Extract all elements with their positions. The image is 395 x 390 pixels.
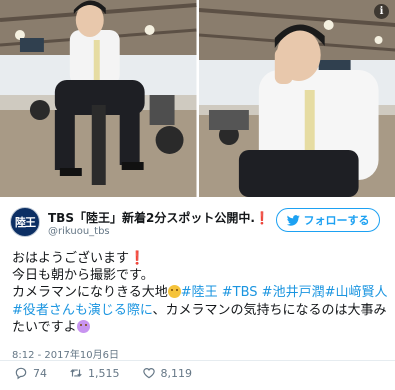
retweet-icon [70, 369, 82, 377]
account-handle[interactable]: @rikuou_tbs [48, 226, 110, 237]
tweet-line-4: #役者さんも演じる際に、カメラマンの気持ちになるのは大事み [12, 302, 387, 319]
exclamation-mark-icon: ❗ [129, 251, 146, 266]
tweet-line-1-text: おはようございます [12, 251, 130, 266]
twitter-bird-icon [286, 214, 300, 226]
tweet-timestamp[interactable]: 8:12 - 2017年10月6日 [12, 346, 119, 361]
media-info-icon[interactable]: i [374, 4, 389, 19]
tweet-media: i [0, 0, 395, 197]
retweet-button[interactable]: 1,515 [69, 366, 120, 380]
follow-button-label: フォローする [303, 214, 370, 227]
retweet-count: 1,515 [88, 366, 120, 380]
tweet-line-3: カメラマンになりきる大地 #陸王 #TBS #池井戸潤#山﨑賢人 [12, 284, 387, 301]
face-emoji-icon [76, 319, 90, 333]
display-name-text: TBS「陸王」新着2分スポット公開中. [48, 211, 255, 225]
photo-right[interactable]: i [198, 0, 395, 197]
divider [0, 360, 395, 361]
display-name[interactable]: TBS「陸王」新着2分スポット公開中.❗ [48, 209, 270, 226]
heart-icon [142, 368, 155, 379]
avatar[interactable]: 陸王 [10, 207, 40, 237]
like-count: 8,119 [160, 366, 193, 380]
reply-count: 74 [33, 366, 47, 380]
photo-left[interactable] [0, 0, 197, 197]
avatar-text: 陸王 [15, 216, 36, 229]
reply-button[interactable]: 74 [14, 366, 47, 380]
tweet-line-4-text: 、カメラマンの気持ちになるのは大事み [152, 302, 387, 318]
like-button[interactable]: 8,119 [142, 366, 193, 380]
reply-icon [15, 367, 27, 380]
tweet-text: おはようございます❗ 今日も朝から撮影です。 カメラマンになりきる大地 #陸王 #… [12, 250, 387, 336]
tweet-line-5: たいですよ [12, 319, 387, 336]
hashtag-link-actors[interactable]: #役者さんも演じる際に [12, 303, 153, 318]
exclamation-mark-icon: ❗ [254, 211, 270, 225]
tweet-line-1: おはようございます❗ [12, 250, 387, 267]
tweet-header: 陸王 TBS「陸王」新着2分スポット公開中.❗ @rikuou_tbs フォロー… [0, 197, 395, 245]
follow-button[interactable]: フォローする [276, 208, 380, 232]
photo-left-image [0, 0, 197, 197]
hashtag-links[interactable]: #陸王 #TBS #池井戸潤#山﨑賢人 [181, 285, 388, 300]
photo-right-image [198, 0, 395, 197]
relieved-face-emoji-icon [167, 285, 181, 299]
tweet-line-3-text: カメラマンになりきる大地 [12, 285, 168, 301]
tweet-actions: 74 1,515 8,119 [14, 366, 214, 380]
tweet-line-2: 今日も朝から撮影です。 [12, 268, 154, 284]
tweet-line-5-text: たいですよ [12, 319, 77, 335]
